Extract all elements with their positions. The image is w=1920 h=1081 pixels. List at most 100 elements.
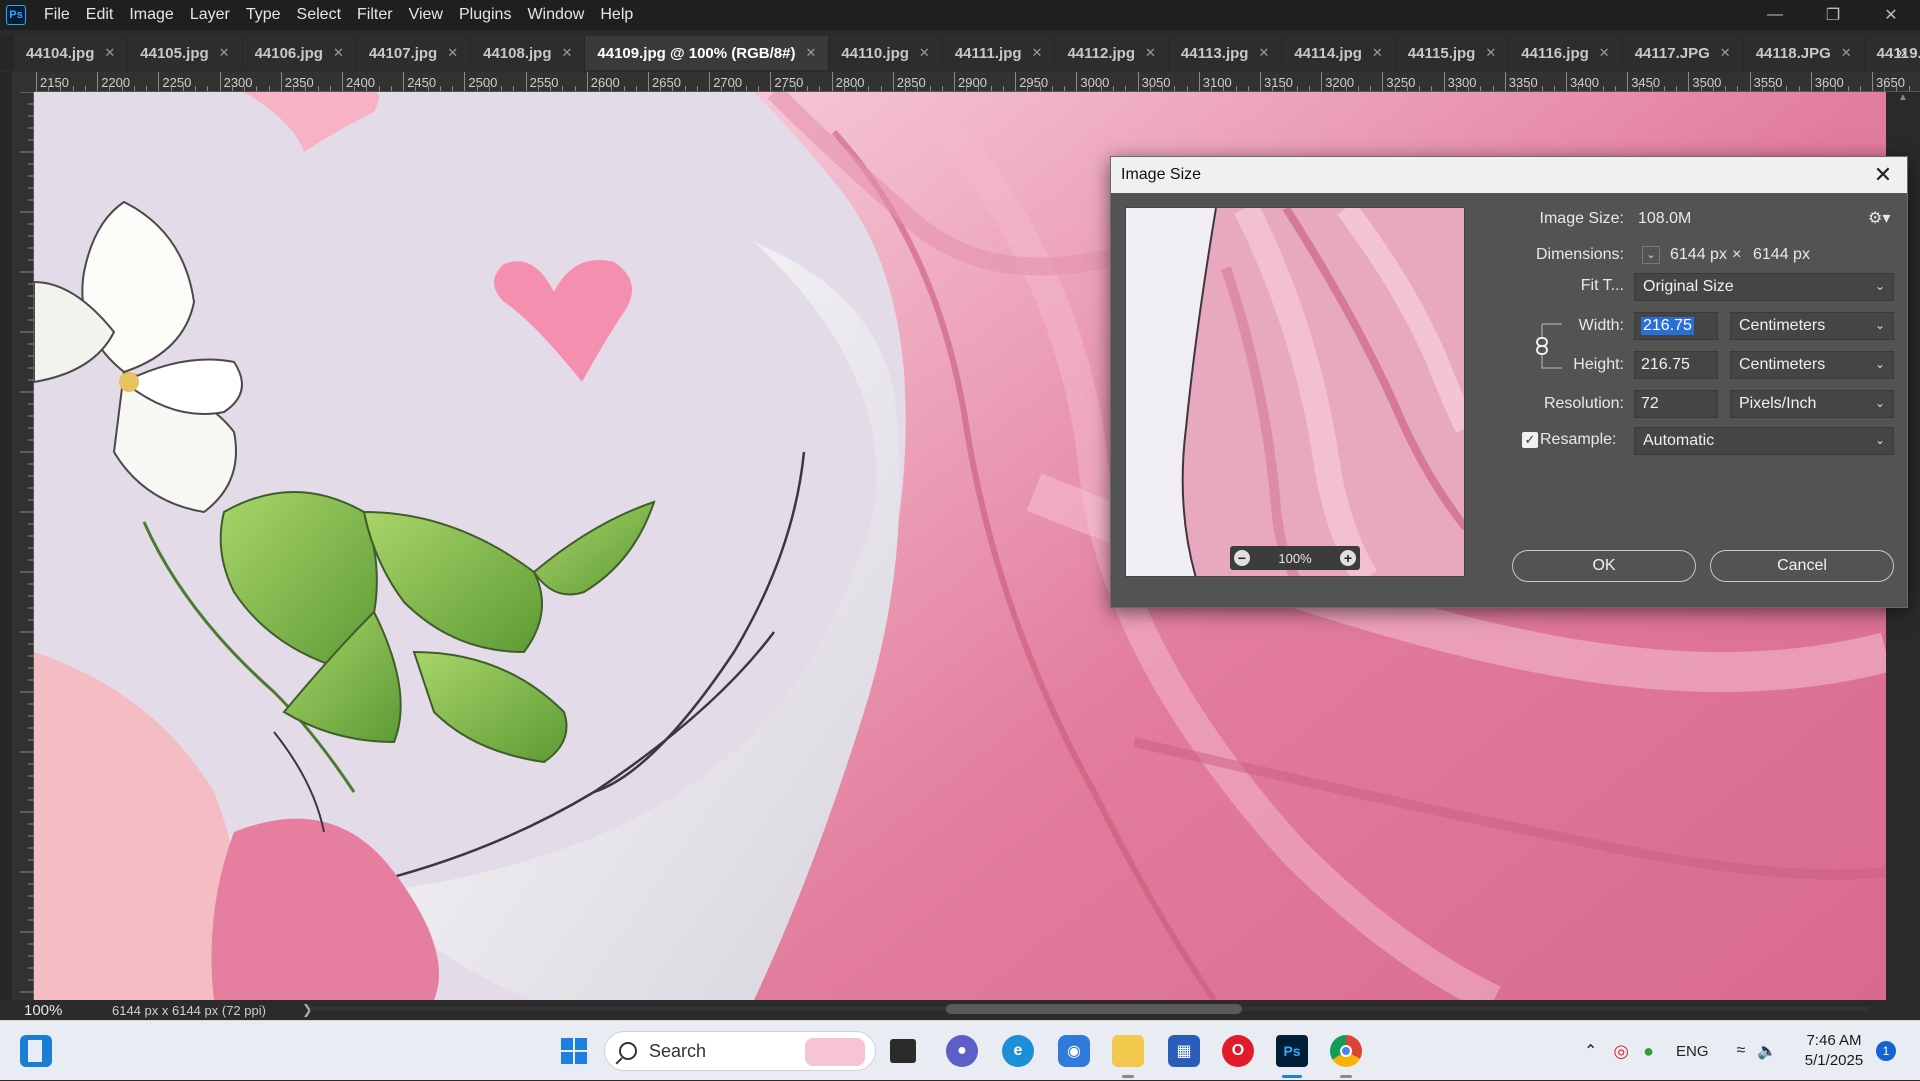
tab-close-icon[interactable]: ✕ [1599,45,1610,61]
globe-icon[interactable]: ● [1643,1041,1654,1062]
microsoft-store-icon[interactable]: ▦ [1168,1035,1200,1067]
windows-start-icon[interactable] [558,1035,590,1067]
menu-type[interactable]: Type [238,0,289,30]
tab-document[interactable]: 44112.jpg ✕ [1055,36,1168,70]
notification-badge[interactable]: 1 [1876,1041,1896,1061]
tab-document[interactable]: 44116.jpg ✕ [1509,36,1622,70]
tab-close-icon[interactable]: ✕ [1841,45,1852,61]
resolution-unit-dropdown[interactable]: Pixels/Inch ⌄ [1730,390,1894,418]
tab-close-icon[interactable]: ✕ [1485,45,1496,61]
edge-icon[interactable]: e [1002,1035,1034,1067]
tab-document[interactable]: 44114.jpg ✕ [1282,36,1395,70]
resolution-input[interactable]: 72 [1634,390,1718,418]
tab-document[interactable]: 44118.JPG ✕ [1743,36,1864,70]
tab-close-icon[interactable]: ✕ [1720,45,1731,61]
cancel-button[interactable]: Cancel [1710,550,1894,582]
menu-view[interactable]: View [401,0,451,30]
resample-checkbox[interactable]: ✓ [1522,432,1538,448]
volume-muted-icon[interactable]: 🔈 [1757,1041,1777,1061]
ruler-label: 2850 [896,75,926,90]
wifi-icon[interactable]: ≈ [1737,1042,1746,1060]
task-view-icon[interactable] [890,1039,916,1063]
dialog-titlebar[interactable]: Image Size ✕ [1111,157,1907,193]
width-input[interactable]: 216.75 [1634,312,1718,340]
tab-document[interactable]: 44115.jpg ✕ [1395,36,1509,70]
menu-select[interactable]: Select [289,0,349,30]
tab-document[interactable]: 44110.jpg ✕ [829,36,942,70]
tab-document[interactable]: 44108.jpg ✕ [471,36,585,70]
ruler-tick [84,86,86,91]
teams-icon[interactable]: ● [946,1035,978,1067]
tab-close-icon[interactable]: ✕ [219,45,230,61]
menu-help[interactable]: Help [592,0,641,30]
tab-close-icon[interactable]: ✕ [1258,45,1269,61]
scroll-thumb[interactable] [946,1004,1242,1014]
tab-close-icon[interactable]: ✕ [919,45,930,61]
height-input[interactable]: 216.75 [1634,351,1718,379]
ruler-horizontal[interactable]: 2150 2200 2250 2300 2350 2400 2450 2500 2550 2600… [34,72,1920,92]
tab-document[interactable]: 44106.jpg ✕ [242,36,356,70]
ruler-tick [623,86,625,91]
tab-close-icon[interactable]: ✕ [562,45,573,61]
restore-icon[interactable]: ❐ [1804,0,1862,30]
widgets-icon[interactable] [20,1035,52,1067]
tab-active-document[interactable]: 44109.jpg @ 100% (RGB/8#) ✕ [585,36,829,70]
tab-document[interactable]: 44107.jpg ✕ [356,36,471,70]
ruler-vertical-ticks [20,91,34,993]
tab-document[interactable]: 44117.JPG ✕ [1622,36,1743,70]
menu-plugins[interactable]: Plugins [451,0,519,30]
scroll-up-icon[interactable]: ▲ [1898,92,1908,112]
ruler-tick [1651,86,1653,91]
minimize-icon[interactable]: — [1746,0,1804,30]
dimensions-dropdown-icon[interactable]: ⌄ [1642,246,1660,264]
tab-close-icon[interactable]: ✕ [1145,45,1156,61]
tab-close-icon[interactable]: ✕ [805,45,816,61]
vpn-icon[interactable]: ◎ [1613,1041,1629,1062]
resample-dropdown[interactable]: Automatic ⌄ [1634,427,1894,455]
ok-button[interactable]: OK [1512,550,1696,582]
tab-document[interactable]: 44105.jpg ✕ [128,36,242,70]
tab-close-icon[interactable]: ✕ [1032,45,1043,61]
clock[interactable]: 7:46 AM 5/1/2025 [1800,1031,1868,1071]
dialog-close-icon[interactable]: ✕ [1869,161,1897,189]
menu-filter[interactable]: Filter [349,0,401,30]
menu-image[interactable]: Image [121,0,181,30]
resolution-unit: Pixels/Inch [1739,395,1817,412]
lens-icon[interactable]: ◉ [1058,1035,1090,1067]
tab-close-icon[interactable]: ✕ [447,45,458,61]
tray-overflow-icon[interactable]: ⌃ [1584,1041,1597,1061]
zoom-level[interactable]: 100% [0,1002,70,1019]
file-explorer-icon[interactable] [1112,1035,1144,1067]
width-unit-dropdown[interactable]: Centimeters ⌄ [1730,312,1894,340]
photoshop-taskbar-icon[interactable]: Ps [1276,1035,1308,1067]
taskbar-search[interactable]: Search [604,1031,876,1071]
zoom-in-icon[interactable]: + [1340,550,1356,566]
tab-document[interactable]: 44119.JPG✕ [1864,36,1920,70]
ruler-label: 3350 [1508,75,1538,90]
tab-document[interactable]: 44113.jpg ✕ [1168,36,1282,70]
tab-close-icon[interactable]: ✕ [104,45,115,61]
zoom-out-icon[interactable]: − [1234,550,1250,566]
tab-close-icon[interactable]: ✕ [1372,45,1383,61]
tabs-overflow-icon[interactable]: » [1897,44,1906,62]
ruler-tick [1064,86,1066,91]
tab-document[interactable]: 44104.jpg ✕ [14,36,128,70]
language-indicator[interactable]: ENG [1676,1043,1709,1060]
menu-file[interactable]: File [36,0,78,30]
opera-icon[interactable]: O [1222,1035,1254,1067]
menu-edit[interactable]: Edit [78,0,122,30]
menu-layer[interactable]: Layer [182,0,238,30]
ruler-vertical[interactable] [12,91,34,1000]
horizontal-scrollbar[interactable] [310,1002,1870,1016]
ruler-tick [745,86,747,91]
chrome-icon[interactable] [1330,1035,1362,1067]
menu-window[interactable]: Window [519,0,592,30]
fit-to-dropdown[interactable]: Original Size ⌄ [1634,273,1894,301]
close-window-icon[interactable]: ✕ [1862,0,1920,30]
image-preview[interactable] [1125,207,1465,577]
tab-document[interactable]: 44111.jpg ✕ [942,36,1055,70]
height-unit-dropdown[interactable]: Centimeters ⌄ [1730,351,1894,379]
ruler-tick [1260,72,1261,91]
settings-gear-icon[interactable]: ⚙▾ [1868,208,1890,228]
tab-close-icon[interactable]: ✕ [333,45,344,61]
